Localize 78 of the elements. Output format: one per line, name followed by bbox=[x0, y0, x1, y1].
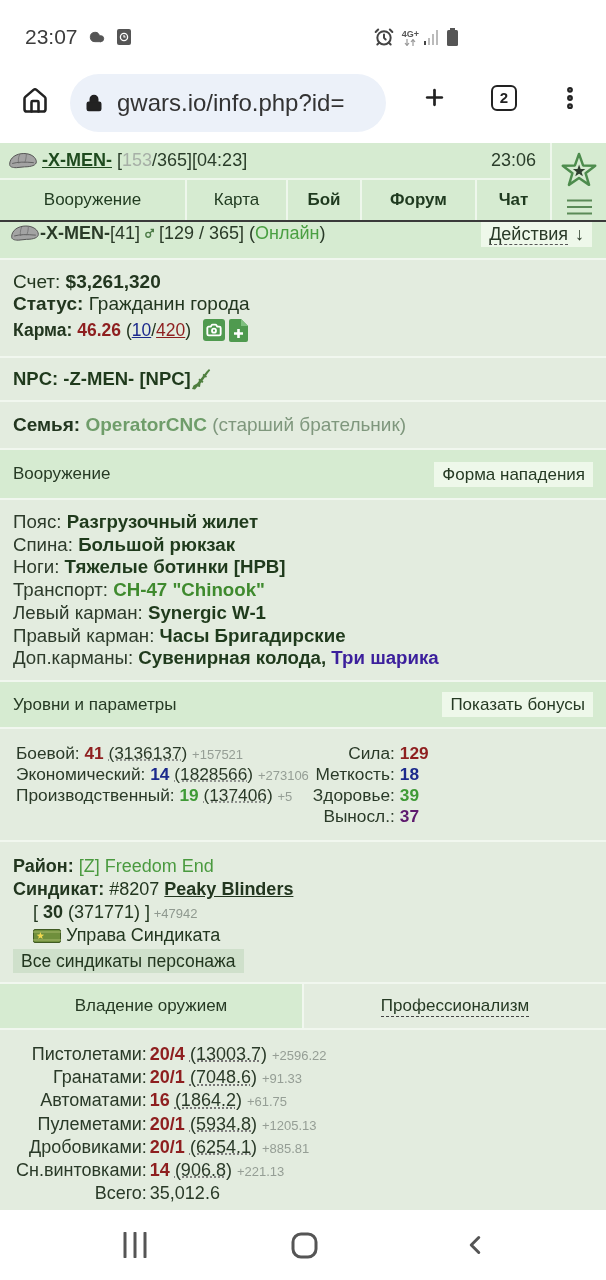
data-arrows-icon bbox=[404, 38, 417, 46]
server-time: 23:06 bbox=[490, 149, 536, 172]
equipment-line: Пояс: Разгрузочный жилет bbox=[13, 511, 260, 534]
skill-label: Автоматами: bbox=[39, 1089, 147, 1113]
skill-label: Дробовиками: bbox=[27, 1135, 147, 1159]
equipment-line: Транспорт: CH-47 "Chinook" bbox=[13, 579, 266, 602]
skill-value: 14 (906.8) +221.13 bbox=[148, 1159, 286, 1182]
level-text: Производственный: 19 (137406) +5 bbox=[16, 785, 294, 806]
syndicate-role-text: Управа Синдиката bbox=[66, 924, 221, 947]
rifle-icon bbox=[190, 368, 211, 390]
actions-button[interactable]: Действия ↓ bbox=[481, 222, 592, 247]
stat-value: 37 bbox=[398, 806, 421, 827]
stat-value: 18 bbox=[398, 764, 421, 785]
signal-icon bbox=[424, 29, 439, 45]
skill-value: 20/4 (13003.7) +2596.22 bbox=[148, 1043, 327, 1066]
status-text: Статус: Гражданин города bbox=[13, 293, 251, 315]
syndicate-text: Синдикат: #8207 Peaky Blinders bbox=[13, 878, 295, 901]
level-text: Экономический: 14 (1828566) +273106 bbox=[16, 764, 310, 785]
karma-link[interactable]: 10 bbox=[131, 320, 152, 340]
skill-value: 20/1 (7048.6) +91.33 bbox=[148, 1066, 304, 1090]
syndicate-link[interactable]: Peaky Blinders bbox=[164, 879, 294, 899]
all-syndicates-button[interactable]: Все синдикаты персонажа bbox=[13, 949, 244, 973]
home-icon[interactable] bbox=[21, 87, 49, 115]
camera-icon[interactable] bbox=[203, 319, 226, 341]
attack-form-button[interactable]: Форма нападения bbox=[434, 461, 593, 487]
cap-icon bbox=[10, 224, 40, 242]
family-text: Семья: OperatorCNC (старший брательник) bbox=[13, 412, 407, 437]
player-link[interactable]: -X-MEN- bbox=[42, 150, 112, 170]
equipment-line: Левый карман: Synergic W-1 bbox=[13, 601, 267, 625]
stat-label: Выносл.: bbox=[322, 806, 395, 827]
stat-label: Меткость: bbox=[314, 764, 395, 785]
stat-label: Сила: bbox=[347, 743, 395, 764]
skill-value: 20/1 (6254.1) +885.81 bbox=[148, 1135, 311, 1159]
player-status-text: -X-MEN- [153/365][04:23] bbox=[42, 149, 248, 172]
equipment-line: Доп.карманы: Сувенирная колода, Три шарика bbox=[13, 647, 440, 670]
skill-label: Пистолетами: bbox=[30, 1043, 147, 1066]
stat-value: 129 bbox=[398, 743, 429, 764]
equipment-line: Ноги: Тяжелые ботинки [HPB] bbox=[13, 556, 287, 580]
alarm-icon bbox=[373, 27, 394, 47]
character-status-text: [129 / 365] (Онлайн) bbox=[159, 221, 326, 245]
battery-icon bbox=[447, 28, 458, 46]
lock-icon bbox=[85, 93, 103, 113]
skill-label: Гранатами: bbox=[52, 1066, 147, 1090]
show-bonuses-button[interactable]: Показать бонусы bbox=[442, 692, 593, 717]
total-label: Всего: bbox=[93, 1182, 147, 1206]
clock-time: 23:07 bbox=[25, 24, 78, 51]
home-icon[interactable] bbox=[291, 1231, 318, 1259]
skill-value: 20/1 (5934.8) +1205.13 bbox=[148, 1112, 318, 1136]
level-text: Боевой: 41 (3136137) +157521 bbox=[16, 743, 245, 764]
equipment-line: Правый карман: Часы Бригадирские bbox=[13, 624, 347, 648]
address-bar[interactable]: gwars.io/info.php?id= bbox=[70, 74, 386, 132]
balance-text: Счет: $3,261,320 bbox=[13, 271, 162, 293]
district-text: Район: [Z] Freedom End bbox=[13, 855, 215, 878]
cap-icon bbox=[8, 151, 38, 170]
character-name: -X-MEN-[41] bbox=[40, 221, 141, 245]
section-title: Вооружение bbox=[13, 463, 111, 486]
network-type-text: 4G+ bbox=[401, 28, 419, 39]
section-tab[interactable]: Владение оружием bbox=[0, 984, 302, 1028]
stat-value: 39 bbox=[398, 785, 421, 806]
menu-icon[interactable] bbox=[566, 199, 592, 215]
tab-count-button[interactable]: 2 bbox=[491, 85, 517, 111]
male-icon bbox=[145, 228, 155, 238]
nav-link[interactable]: Чат bbox=[477, 180, 550, 220]
skill-label: Пулеметами: bbox=[36, 1112, 147, 1136]
stat-label: Здоровье: bbox=[312, 785, 395, 806]
karma-text: Карма: 46.26 (10/420) bbox=[13, 319, 192, 342]
npc-text: NPC: -Z-MEN- [NPC] bbox=[13, 367, 191, 392]
section-title: Уровни и параметры bbox=[13, 693, 177, 716]
skill-value: 16 (1864.2) +61.75 bbox=[148, 1089, 289, 1113]
section-tab[interactable]: Профессионализм bbox=[302, 984, 606, 1028]
total-value: 35,012.6 bbox=[148, 1182, 221, 1206]
recent-apps-icon[interactable] bbox=[123, 1232, 147, 1258]
syndicate-rank-text: [ 30 (371771) ] +47942 bbox=[32, 901, 199, 924]
rank-badge-icon bbox=[33, 928, 61, 943]
clock-tile-icon bbox=[116, 29, 131, 45]
file-plus-icon[interactable] bbox=[229, 318, 249, 342]
skill-label: Сн.винтовками: bbox=[16, 1159, 147, 1182]
equipment-line: Спина: Большой рюкзак bbox=[13, 533, 237, 557]
